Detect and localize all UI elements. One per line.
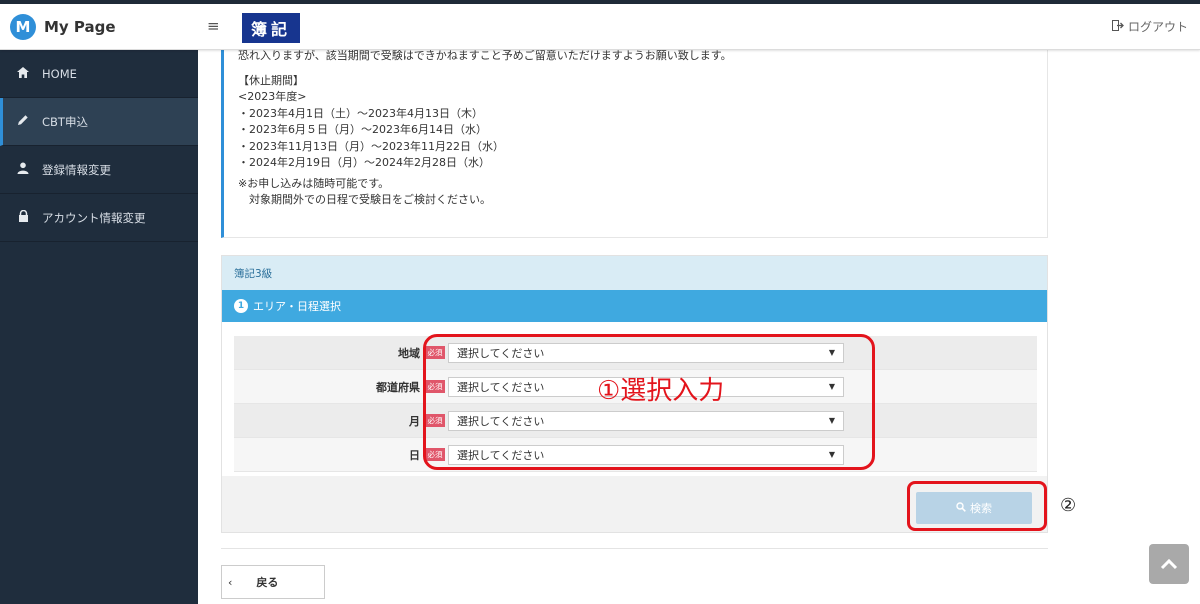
step-number-icon: 1 [234,299,248,313]
notice-intro: 恐れ入りますが、該当期間で受験はできかねますこと予めご留意いただけますようお願い… [238,49,732,62]
pencil-icon [16,114,30,129]
annotation-label-select-input: ①選択入力 [597,376,725,406]
step-label: エリア・日程選択 [253,300,341,313]
header: M My Page ≡ 簿記 ログアウト [0,4,1200,50]
field-label: 都道府県 [376,380,420,394]
logout-link[interactable]: ログアウト [1111,18,1188,35]
sidebar-item-home[interactable]: HOME [0,50,198,98]
brand-title: My Page [44,18,116,36]
hamburger-menu-icon[interactable]: ≡ [207,17,220,35]
chevron-up-icon [1160,555,1178,574]
sidebar-item-label: アカウント情報変更 [42,210,146,225]
sidebar-item-label: 登録情報変更 [42,162,111,177]
exam-badge: 簿記 [242,13,300,43]
notice-period: ・2024年2月19日（月）～2024年2月28日（水） [238,156,490,169]
scroll-to-top-button[interactable] [1149,544,1189,584]
notice-period: ・2023年4月1日（土）～2023年4月13日（木） [238,106,483,120]
sign-out-icon [1111,19,1124,34]
notice-note: ※お申し込みは随時可能です。 [238,176,390,190]
divider [221,548,1048,549]
panel-title: 簿記3級 [222,256,1047,290]
notice-period: ・2023年11月13日（月）～2023年11月22日（水） [238,139,504,153]
sidebar-item-label: CBT申込 [42,114,88,129]
back-label: 戻る [256,576,279,589]
step-bar: 1 エリア・日程選択 [222,290,1047,322]
notice-heading: 【休止期間】 [238,73,304,87]
logout-label: ログアウト [1127,20,1188,34]
annotation-box-search [907,481,1047,531]
sidebar-item-registration-info[interactable]: 登録情報変更 [0,146,198,194]
notice-year: <2023年度> [238,90,307,103]
field-label: 地域 [398,346,420,360]
lock-icon [16,209,30,225]
main-content: 恐れ入りますが、該当期間で受験はできかねますこと予めご留意いただけますようお願い… [198,48,1200,604]
annotation-label-search: ② [1060,495,1077,516]
sidebar-item-cbt-application[interactable]: CBT申込 [0,98,198,146]
field-label: 月 [409,414,420,428]
brand[interactable]: M My Page [0,4,198,50]
field-label: 日 [409,448,420,462]
sidebar-item-label: HOME [42,66,77,81]
logo-icon: M [10,14,36,40]
back-button[interactable]: ‹ 戻る [221,565,325,599]
notice-note: 対象期間外での日程で受験日をご検討ください。 [238,193,491,206]
notice-box: 恐れ入りますが、該当期間で受験はできかねますこと予めご留意いただけますようお願い… [221,48,1048,238]
sidebar-item-account-info[interactable]: アカウント情報変更 [0,194,198,242]
chevron-left-icon: ‹ [228,575,233,589]
notice-period: ・2023年6月５日（月）～2023年6月14日（水） [238,123,487,136]
user-icon [16,162,30,177]
sidebar: HOME CBT申込 登録情報変更 アカウント情報変更 [0,50,198,604]
home-icon [16,66,30,81]
